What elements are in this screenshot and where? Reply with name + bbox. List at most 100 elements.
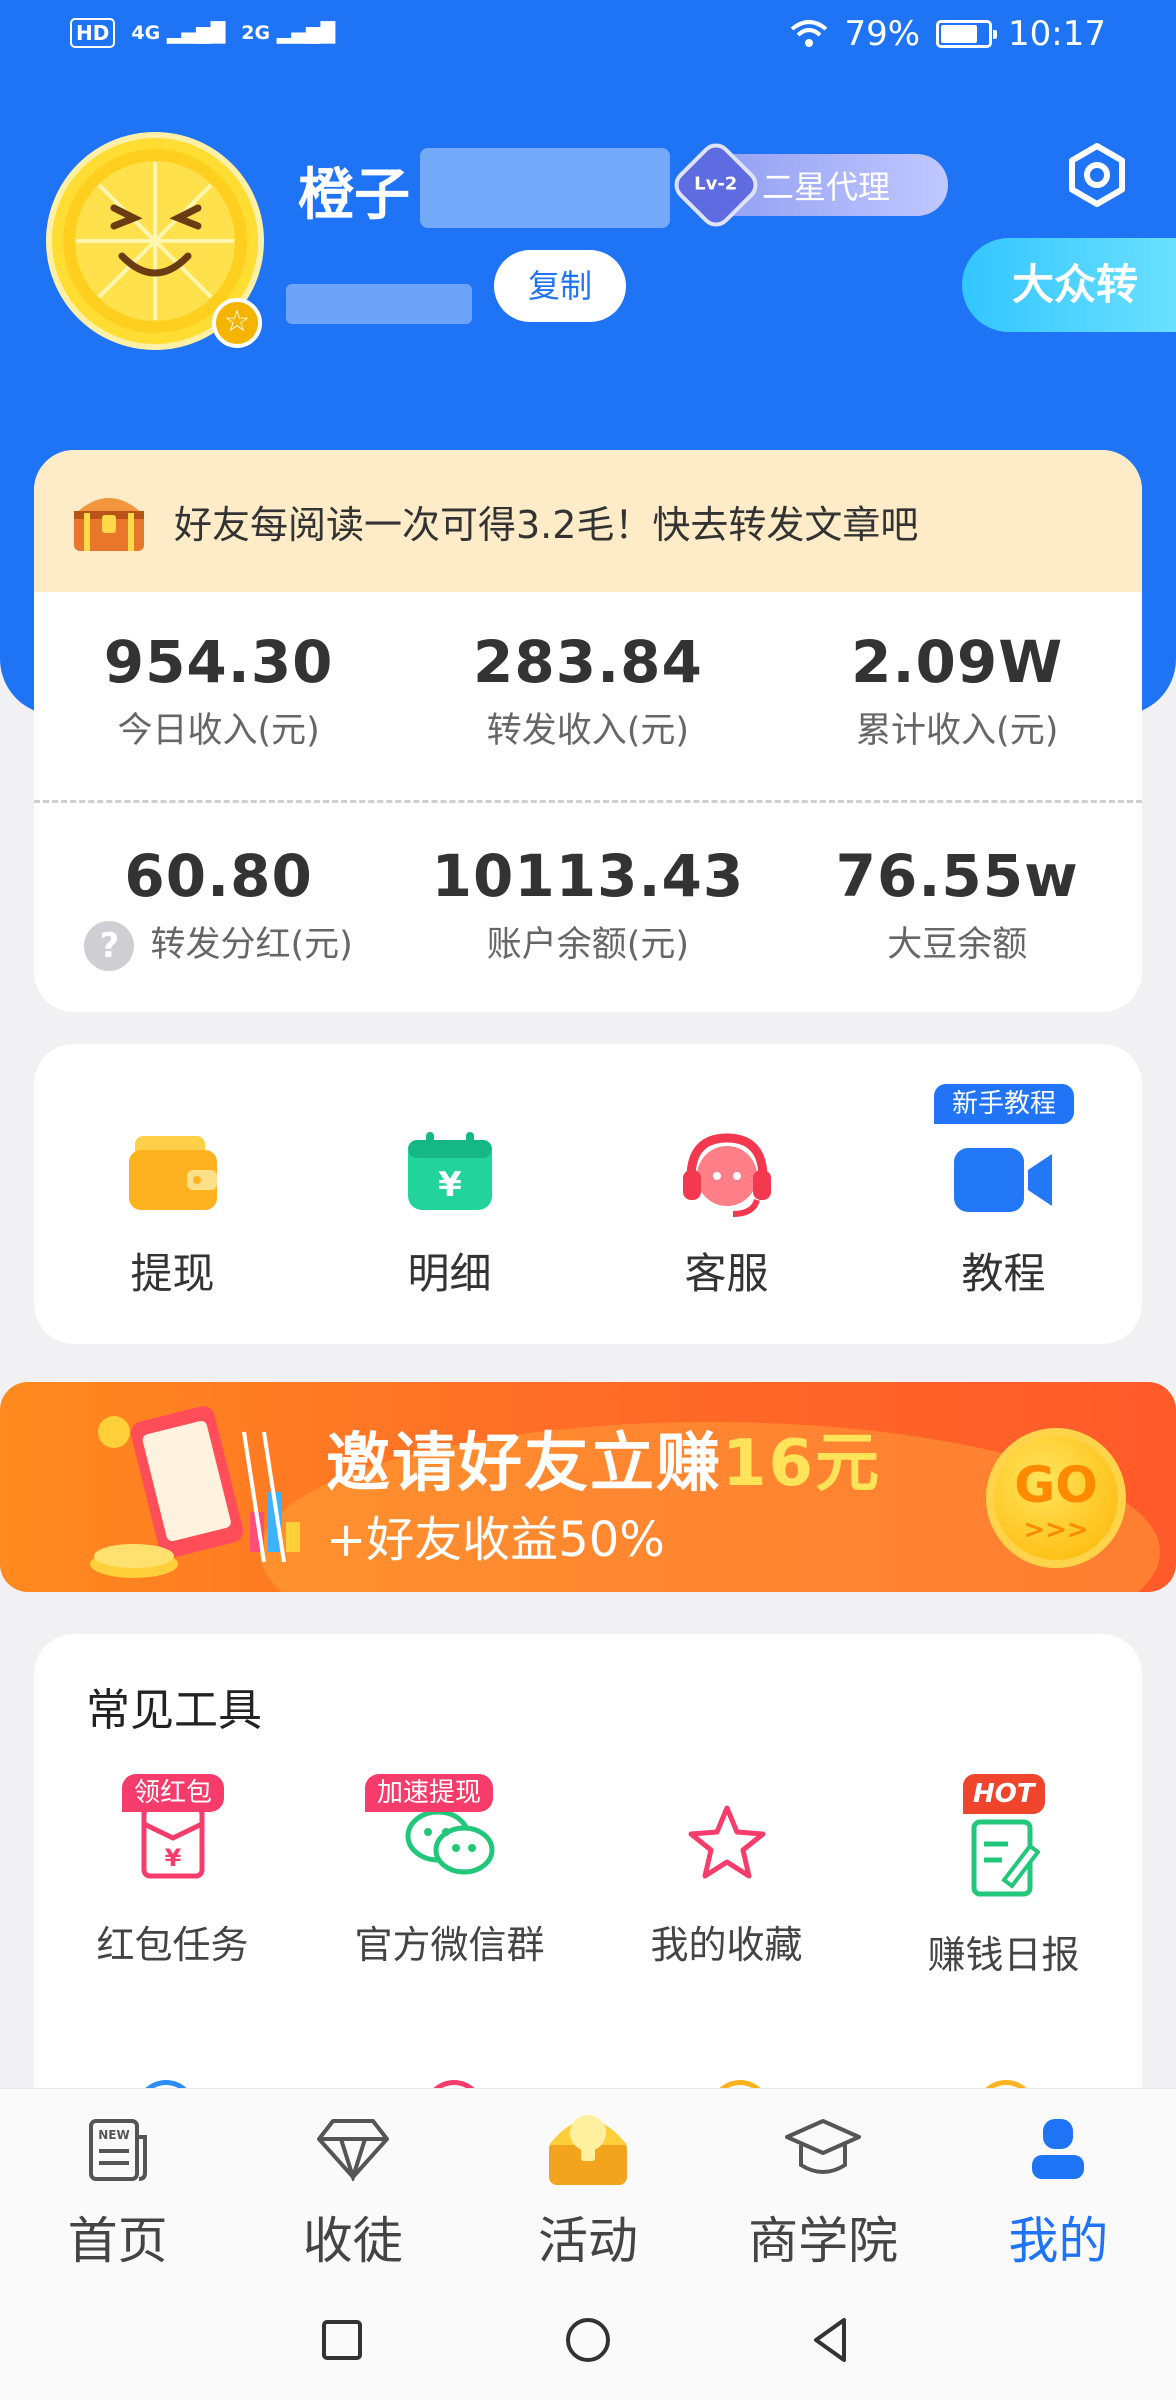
report-edit-icon xyxy=(971,1819,1040,1897)
tool-tag: 加速提现 xyxy=(365,1774,494,1812)
nav-label: 收徒 xyxy=(302,2212,403,2270)
hd-indicator: HD xyxy=(70,18,116,48)
dashed-divider xyxy=(34,800,1142,803)
stat-account-balance[interactable]: 10113.43 账户余额(元) xyxy=(403,842,772,971)
home-circle-icon[interactable] xyxy=(558,2310,618,2370)
stat-value: 60.80 xyxy=(124,842,313,910)
nav-mine[interactable]: 我的 xyxy=(941,2089,1176,2272)
redacted-name xyxy=(420,148,670,228)
stat-label: 转发收入(元) xyxy=(486,711,690,751)
details-button[interactable]: ¥ 明细 xyxy=(311,1044,588,1344)
video-camera-icon xyxy=(953,1148,1052,1212)
stat-bean-balance[interactable]: 76.55w 大豆余额 xyxy=(773,842,1142,971)
stat-label: 累计收入(元) xyxy=(856,711,1059,751)
earnings-card: 好友每阅读一次可得3.2毛！快去转发文章吧 954.30 今日收入(元) 283… xyxy=(34,450,1142,1012)
hot-badge: HOT xyxy=(963,1774,1045,1814)
stats-row-1: 954.30 今日收入(元) 283.84 转发收入(元) 2.09W 累计收入… xyxy=(34,628,1142,753)
notice-text: 好友每阅读一次可得3.2毛！快去转发文章吧 xyxy=(174,502,919,547)
tool-label: 我的收藏 xyxy=(650,1923,803,1967)
withdraw-button[interactable]: 提现 xyxy=(34,1044,311,1344)
action-label: 明细 xyxy=(407,1249,492,1298)
stat-value: 954.30 xyxy=(103,628,334,696)
banner-subtitle: +好友收益50% xyxy=(326,1512,665,1568)
invite-friends-banner[interactable]: 邀请好友立赚16元 +好友收益50% GO >>> xyxy=(0,1382,1176,1592)
help-question-icon[interactable]: ? xyxy=(84,921,135,971)
status-bar: HD 4G ▂▄▆█ 2G ▂▄▆█ 79% 10:17 xyxy=(0,0,1176,72)
stat-label: 转发分红(元) xyxy=(150,925,353,965)
tool-label: 赚钱日报 xyxy=(927,1933,1080,1977)
treasure-chest-icon xyxy=(548,2115,627,2185)
svg-text:¥: ¥ xyxy=(438,1165,462,1205)
customer-service-button[interactable]: 客服 xyxy=(588,1044,865,1344)
nav-label: 活动 xyxy=(537,2212,638,2270)
battery-percent: 79% xyxy=(844,14,921,54)
go-button[interactable]: GO >>> xyxy=(986,1428,1126,1568)
phone-illustration-icon xyxy=(90,1406,300,1578)
tool-wechat-group[interactable]: 加速提现 官方微信群 xyxy=(311,1774,588,1967)
stat-forward-income[interactable]: 283.84 转发收入(元) xyxy=(403,628,772,753)
banner-title: 邀请好友立赚16元 xyxy=(326,1427,882,1501)
back-triangle-icon[interactable] xyxy=(802,2310,862,2370)
stat-value: 76.55w xyxy=(835,842,1079,910)
nav-label: 我的 xyxy=(1008,2212,1109,2270)
svg-text:NEW: NEW xyxy=(98,2128,129,2142)
notice-bar[interactable]: 好友每阅读一次可得3.2毛！快去转发文章吧 xyxy=(34,450,1142,592)
news-icon: NEW xyxy=(88,2119,147,2181)
section-title: 常见工具 xyxy=(86,1685,262,1736)
username: 橙子 xyxy=(298,163,410,228)
system-navigation-bar xyxy=(0,2272,1176,2400)
nav-label: 首页 xyxy=(67,2212,168,2270)
stat-value: 2.09W xyxy=(851,628,1064,696)
tool-label: 红包任务 xyxy=(96,1923,249,1967)
stat-label: 大豆余额 xyxy=(887,925,1028,965)
dazhongzhuan-button[interactable]: 大众转 xyxy=(962,238,1176,332)
stat-label: 今日收入(元) xyxy=(117,711,320,751)
svg-text:¥: ¥ xyxy=(164,1844,181,1872)
diamond-icon xyxy=(316,2119,389,2181)
stat-today-income[interactable]: 954.30 今日收入(元) xyxy=(34,628,403,753)
treasure-chest-icon xyxy=(74,498,144,551)
stat-value: 10113.43 xyxy=(431,842,745,910)
newbie-tutorial-tag: 新手教程 xyxy=(934,1084,1074,1124)
bottom-navigation: NEW 首页 收徒 活动 商学院 我的 xyxy=(0,2088,1176,2272)
redacted-user-id xyxy=(286,284,472,324)
nav-business-school[interactable]: 商学院 xyxy=(706,2089,941,2272)
copy-button[interactable]: 复制 xyxy=(494,250,626,322)
nav-label: 商学院 xyxy=(748,2212,899,2270)
tool-tag: 领红包 xyxy=(122,1774,225,1812)
tool-my-favorites[interactable]: 我的收藏 xyxy=(588,1774,865,1967)
red-envelope-icon: ¥ xyxy=(141,1805,204,1879)
nav-home[interactable]: NEW 首页 xyxy=(0,2089,235,2272)
headset-icon xyxy=(682,1133,771,1217)
stat-total-income[interactable]: 2.09W 累计收入(元) xyxy=(773,628,1142,753)
recent-apps-icon[interactable] xyxy=(312,2310,372,2370)
star-badge-icon: ☆ xyxy=(212,298,262,348)
tool-money-daily-report[interactable]: HOT 赚钱日报 xyxy=(865,1774,1142,1977)
stat-value: 283.84 xyxy=(473,628,703,696)
rank-badge[interactable]: Lv-2 二星代理 xyxy=(667,136,948,234)
nav-activity[interactable]: 活动 xyxy=(470,2089,705,2272)
wechat-icon xyxy=(405,1809,494,1875)
rank-label: 二星代理 xyxy=(762,168,891,206)
stats-row-2: 60.80 ? 转发分红(元) 10113.43 账户余额(元) 76.55w 大… xyxy=(34,842,1142,971)
graduation-cap-icon xyxy=(785,2119,862,2174)
signal-2g-icon: 2G ▂▄▆█ xyxy=(241,22,336,44)
wifi-icon xyxy=(791,20,828,47)
wallet-icon xyxy=(128,1136,217,1210)
stat-label: 账户余额(元) xyxy=(486,925,690,965)
battery-icon xyxy=(936,20,998,48)
user-icon xyxy=(1032,2119,1085,2179)
calendar-yen-icon: ¥ xyxy=(407,1132,492,1210)
action-label: 提现 xyxy=(130,1249,215,1298)
star-icon xyxy=(688,1805,765,1879)
tool-label: 官方微信群 xyxy=(354,1923,545,1967)
clock: 10:17 xyxy=(1008,14,1106,54)
tool-red-envelope-task[interactable]: ¥ 领红包 红包任务 xyxy=(34,1774,311,1967)
nav-apprentice[interactable]: 收徒 xyxy=(235,2089,470,2272)
action-label: 客服 xyxy=(684,1249,769,1298)
signal-4g-icon: 4G ▂▄▆█ xyxy=(131,22,226,44)
settings-gear-icon[interactable] xyxy=(1064,142,1130,208)
action-label: 教程 xyxy=(961,1249,1046,1298)
stat-forward-dividend[interactable]: 60.80 ? 转发分红(元) xyxy=(34,842,403,971)
quick-actions-card: 提现 ¥ 明细 客服 教程 新手教程 xyxy=(34,1044,1142,1344)
